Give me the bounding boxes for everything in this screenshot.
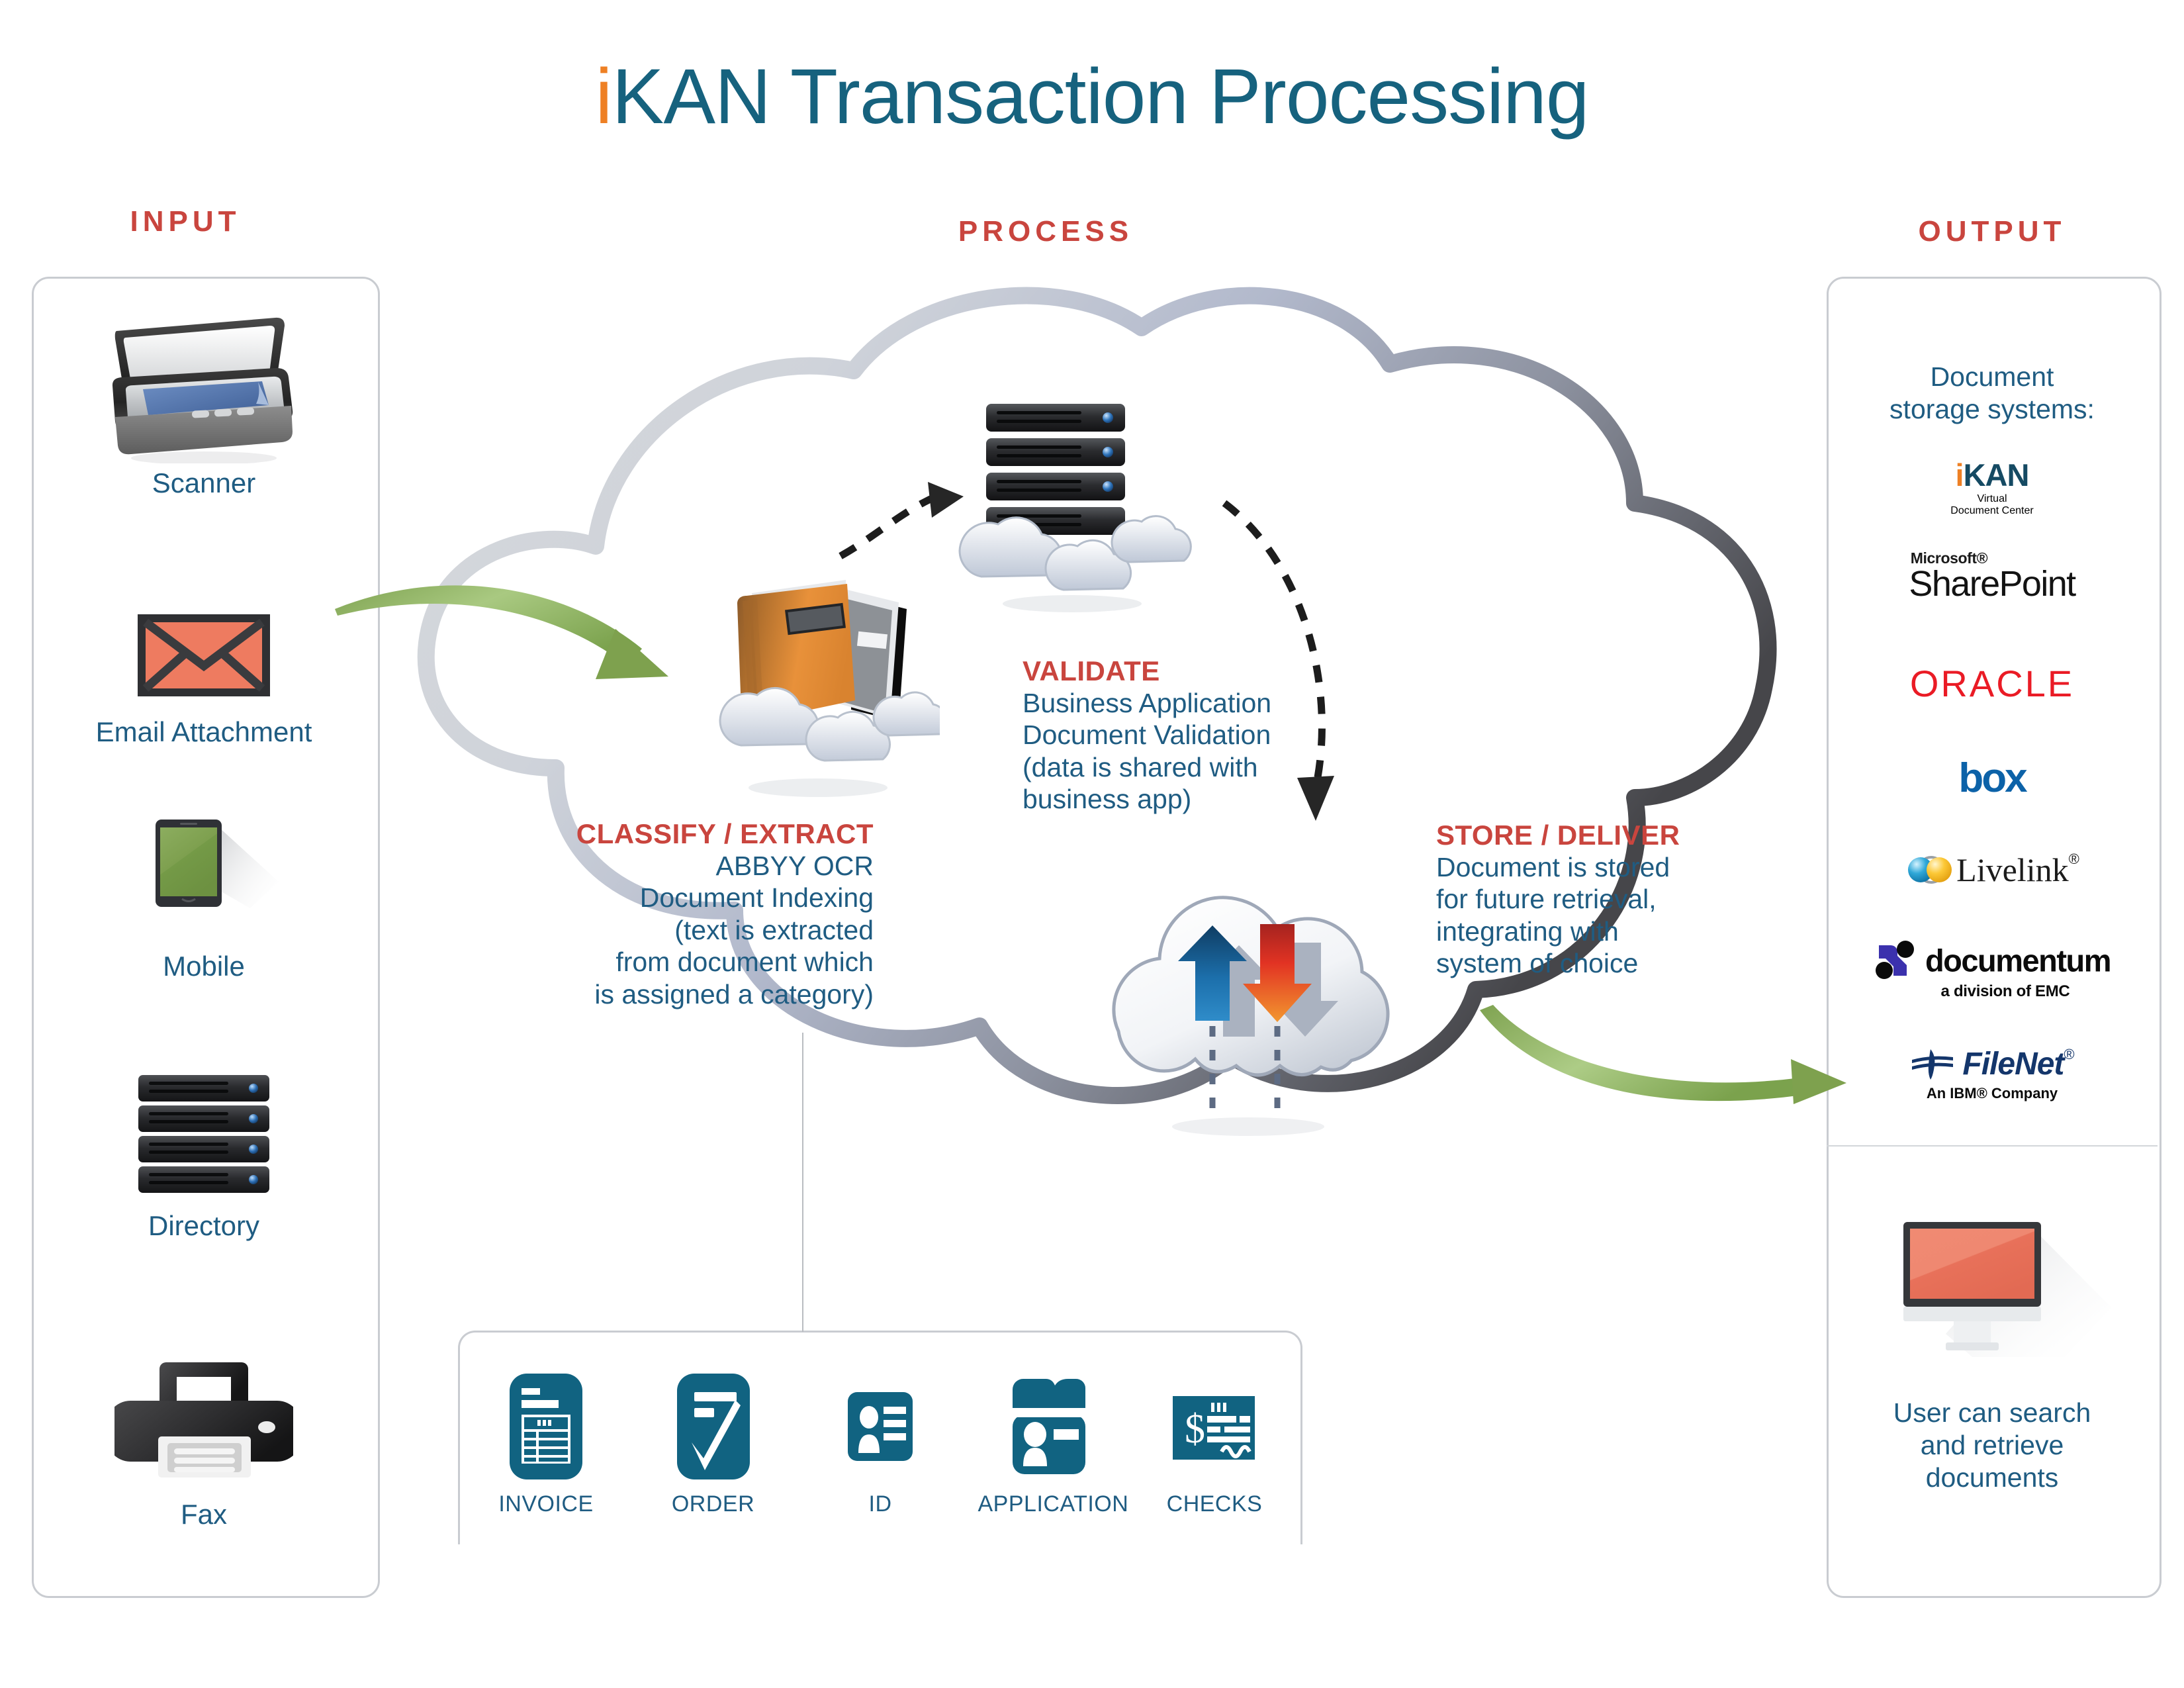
validate-line-4: business app) — [1023, 784, 1192, 815]
livelink-spheres-icon — [1908, 856, 1952, 884]
livelink-logo-text: Livelink — [1956, 851, 2069, 888]
mobile-icon — [156, 820, 279, 908]
envelope-icon — [138, 614, 270, 696]
classify-line-3: (text is extracted — [674, 914, 874, 945]
documentum-logo-sub: a division of EMC — [1940, 982, 2070, 1000]
id-card-icon — [848, 1392, 913, 1461]
input-item-fax[interactable]: Fax — [32, 1357, 376, 1530]
title-accent-letter: i — [595, 53, 612, 140]
validate-text-block: VALIDATE Business Application Document V… — [1023, 655, 1334, 816]
input-label-mobile: Mobile — [163, 951, 245, 982]
documentum-mark-icon — [1875, 941, 1914, 979]
input-label-directory: Directory — [148, 1210, 260, 1241]
title-rest: KAN Transaction Processing — [612, 53, 1590, 140]
document-types-row: INVOICE ORDER ID APPLICATION $ CHECKS — [477, 1374, 1284, 1517]
store-title: STORE / DELIVER — [1436, 820, 1680, 851]
ikan-logo-sub2: Document Center — [1950, 505, 2034, 516]
validate-line-3: (data is shared with — [1023, 751, 1258, 782]
logo-microsoft-sharepoint: Microsoft® SharePoint — [1827, 549, 2158, 604]
store-line-3: integrating with — [1436, 915, 1619, 947]
scanner-icon — [112, 317, 293, 463]
document-type-label-order: ORDER — [671, 1491, 755, 1517]
document-type-application[interactable]: APPLICATION — [978, 1374, 1129, 1517]
storage-heading-line-1: Document — [1930, 361, 2054, 392]
documents-on-cloud-icon — [688, 569, 940, 808]
ikan-logo-text: KAN — [1963, 457, 2030, 492]
input-label-scanner: Scanner — [152, 467, 256, 498]
output-column-header: OUTPUT — [1918, 215, 2066, 248]
store-line-2: for future retrieval, — [1436, 884, 1657, 915]
input-label-fax: Fax — [180, 1499, 227, 1530]
application-folder-icon — [1012, 1379, 1085, 1474]
logo-oracle: ORACLE — [1827, 662, 2158, 705]
invoice-icon — [510, 1374, 582, 1479]
logo-documentum: documentum a division of EMC — [1827, 940, 2158, 1001]
classify-line-1: ABBYY OCR — [715, 851, 874, 881]
classify-title: CLASSIFY / EXTRACT — [576, 818, 874, 849]
printer-fax-icon — [114, 1362, 293, 1477]
document-type-order[interactable]: ORDER — [644, 1374, 783, 1517]
document-type-label-id: ID — [868, 1491, 892, 1517]
storage-heading-line-2: storage systems: — [1889, 394, 2095, 425]
cloud-sync-icon — [1099, 861, 1403, 1139]
monitor-caption: User can search and retrieve documents — [1827, 1397, 2158, 1495]
document-type-label-invoice: INVOICE — [498, 1491, 594, 1517]
input-label-email: Email Attachment — [95, 716, 312, 747]
server-rack-icon — [138, 1075, 269, 1193]
classify-line-2: Document Indexing — [639, 882, 874, 914]
server-on-cloud-icon — [946, 397, 1211, 616]
store-deliver-text-block: STORE / DELIVER Document is stored for f… — [1436, 820, 1727, 980]
storage-systems-heading: Document storage systems: — [1827, 361, 2158, 426]
oracle-logo-text: ORACLE — [1909, 663, 2075, 704]
input-column-header: INPUT — [130, 205, 241, 238]
filenet-logo-text: FileNet — [1962, 1047, 2064, 1082]
desktop-monitor-icon — [1893, 1218, 2111, 1390]
logo-livelink: Livelink® — [1827, 851, 2158, 889]
classify-extract-text-block: CLASSIFY / EXTRACT ABBYY OCR Document In… — [569, 818, 874, 1010]
box-logo-text: box — [1958, 755, 2027, 801]
ikan-logo-i: i — [1955, 457, 1964, 492]
document-type-label-checks: CHECKS — [1166, 1491, 1263, 1517]
filenet-logo-sub: An IBM® Company — [1926, 1085, 2058, 1102]
sharepoint-logo-text: SharePoint — [1909, 564, 2076, 604]
input-item-mobile[interactable]: Mobile — [32, 814, 376, 982]
filenet-mark-icon — [1912, 1049, 1954, 1080]
ikan-logo-sub1: Virtual — [1977, 493, 2007, 504]
page-title: iKAN Transaction Processing — [0, 52, 2184, 142]
validate-line-1: Business Application — [1023, 688, 1272, 718]
svg-text:$: $ — [1185, 1407, 1205, 1452]
classify-line-5: is assigned a category) — [594, 978, 874, 1009]
document-type-id[interactable]: ID — [811, 1374, 950, 1517]
document-type-invoice[interactable]: INVOICE — [477, 1374, 615, 1517]
validate-title: VALIDATE — [1023, 655, 1160, 686]
bank-check-icon: $ — [1173, 1396, 1255, 1460]
input-item-scanner[interactable]: Scanner — [32, 311, 376, 499]
input-item-email[interactable]: Email Attachment — [32, 609, 376, 748]
logo-ikan-virtual-document-center: iKAN Virtual Document Center — [1827, 457, 2158, 517]
monitor-caption-line-1: User can search — [1893, 1397, 2091, 1428]
store-line-4: system of choice — [1436, 948, 1639, 979]
monitor-caption-line-2: and retrieve — [1920, 1430, 2064, 1461]
document-type-label-application: APPLICATION — [978, 1491, 1129, 1517]
store-line-1: Document is stored — [1436, 852, 1670, 882]
validate-line-2: Document Validation — [1023, 720, 1271, 751]
output-panel-divider — [1827, 1145, 2158, 1147]
logo-box: box — [1827, 755, 2158, 802]
document-type-checks[interactable]: $ CHECKS — [1145, 1374, 1284, 1517]
documentum-logo-text: documentum — [1925, 943, 2112, 978]
classify-line-4: from document which — [615, 947, 874, 978]
logo-filenet: FileNet® An IBM® Company — [1827, 1046, 2158, 1102]
monitor-caption-line-3: documents — [1925, 1462, 2059, 1493]
input-item-directory[interactable]: Directory — [32, 1072, 376, 1242]
process-column-header: PROCESS — [958, 215, 1134, 248]
order-check-icon — [676, 1374, 750, 1479]
